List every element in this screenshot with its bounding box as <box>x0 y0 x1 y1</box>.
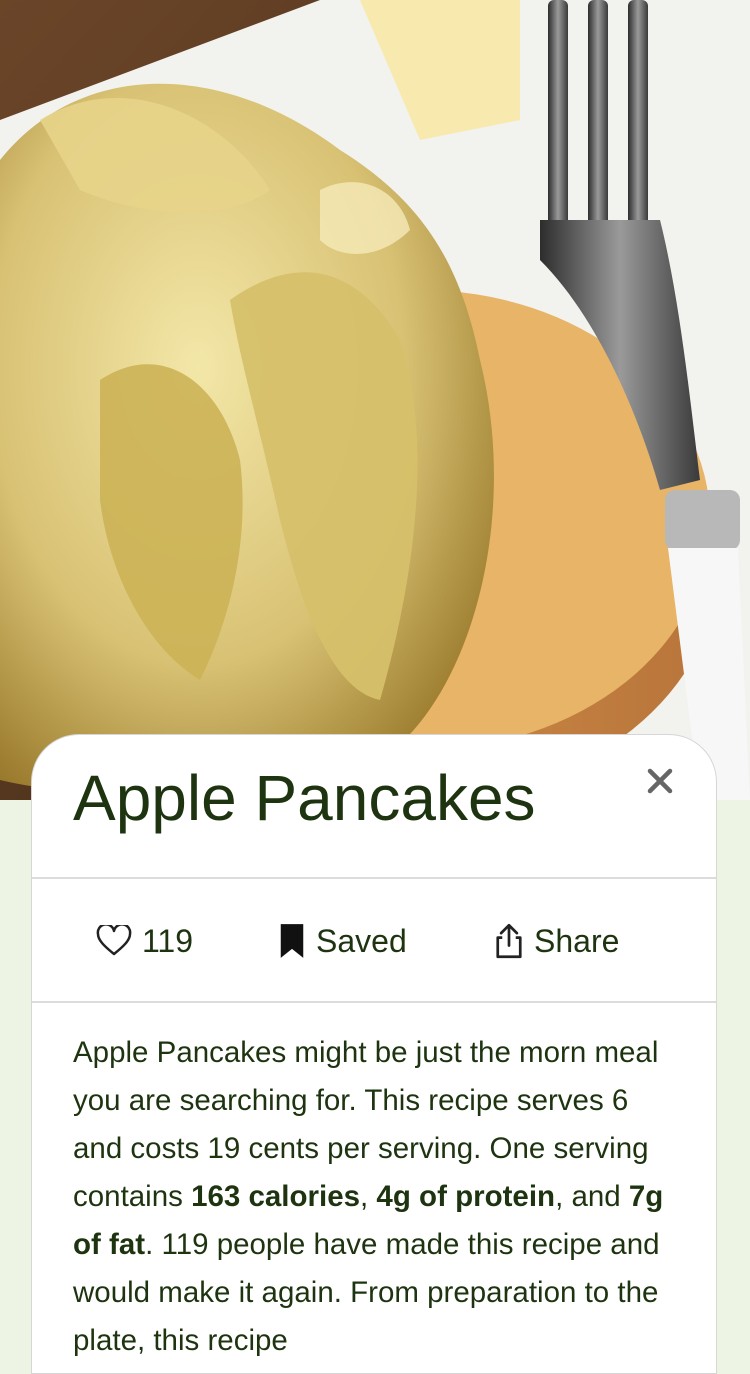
share-icon <box>496 923 522 959</box>
divider-bottom <box>32 1001 716 1003</box>
heart-outline-icon <box>96 925 132 956</box>
close-button[interactable] <box>640 761 680 801</box>
like-button[interactable]: 119 <box>96 879 193 1003</box>
saved-label: Saved <box>316 922 407 959</box>
close-icon <box>647 768 673 794</box>
protein-highlight: 4g of protein <box>376 1180 556 1213</box>
recipe-details-card: Apple Pancakes 119 Saved Share Apple Pan… <box>31 734 717 1374</box>
like-count: 119 <box>142 922 194 959</box>
share-button[interactable]: Share <box>494 879 619 1003</box>
calories-highlight: 163 calories <box>191 1180 361 1213</box>
recipe-title: Apple Pancakes <box>73 762 536 834</box>
saved-button[interactable]: Saved <box>278 879 407 1003</box>
recipe-description: Apple Pancakes might be just the morn me… <box>73 1036 664 1357</box>
bookmark-filled-icon <box>280 924 304 958</box>
share-label: Share <box>534 922 620 959</box>
recipe-hero-image <box>0 0 750 800</box>
recipe-actions-bar: 119 Saved Share <box>32 879 716 1003</box>
